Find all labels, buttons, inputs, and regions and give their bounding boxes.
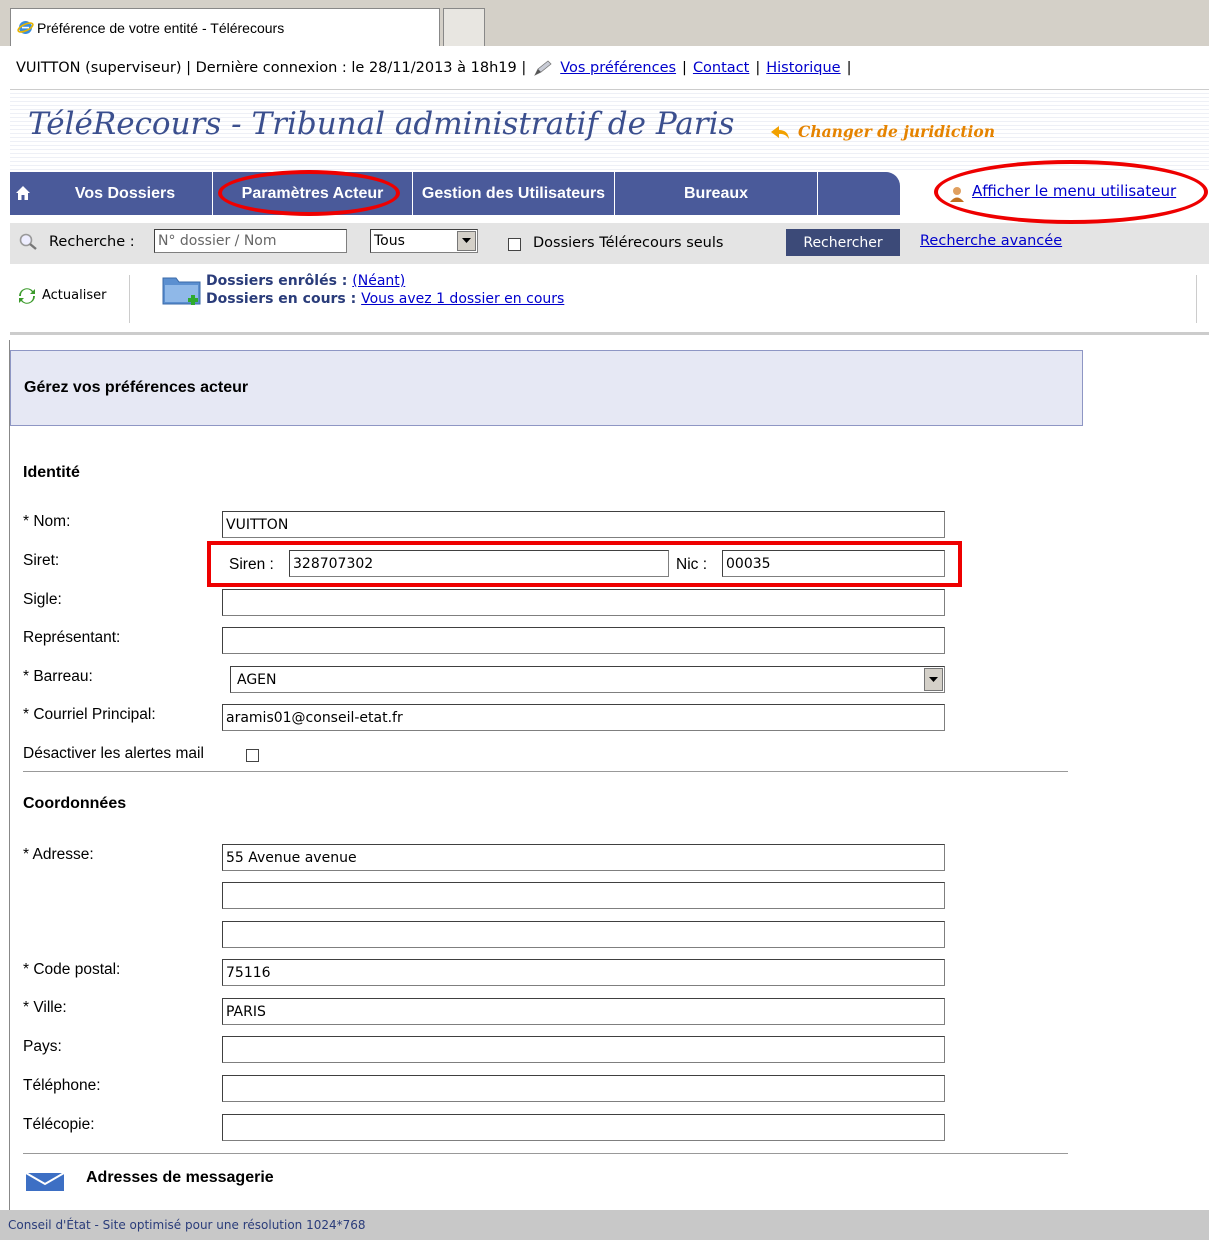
adresse-label: * Adresse: xyxy=(23,846,94,863)
messagerie-title: Adresses de messagerie xyxy=(86,1169,274,1186)
sigle-label: Sigle: xyxy=(23,591,62,608)
user-info: VUITTON (superviseur) | Dernière connexi… xyxy=(16,59,527,76)
ville-label: * Ville: xyxy=(23,999,67,1016)
annotation-ellipse xyxy=(218,170,400,216)
enrolled-label: Dossiers enrôlés : xyxy=(206,273,348,289)
barreau-label: * Barreau: xyxy=(23,668,93,685)
enrolled-link[interactable]: (Néant) xyxy=(352,273,405,289)
adresse-field-2[interactable] xyxy=(222,882,945,909)
change-jurisdiction-link[interactable]: Changer de juridiction xyxy=(798,122,995,141)
enrolled-row: Dossiers enrôlés : (Néant) xyxy=(206,273,405,289)
pencil-icon xyxy=(532,59,554,77)
separator: | xyxy=(846,59,852,76)
refresh-button[interactable]: Actualiser xyxy=(42,288,106,303)
content-border xyxy=(9,340,10,1220)
barreau-select[interactable]: AGEN xyxy=(230,666,945,693)
search-label: Recherche : xyxy=(49,234,135,250)
telerecours-only-checkbox[interactable] xyxy=(508,238,521,251)
representant-field[interactable] xyxy=(222,627,945,654)
contact-link[interactable]: Contact xyxy=(693,60,749,76)
search-button[interactable]: Rechercher xyxy=(786,229,900,256)
annotation-box xyxy=(207,541,962,587)
coordonnees-title: Coordonnées xyxy=(23,795,127,812)
telecopie-label: Télécopie: xyxy=(23,1116,95,1133)
pays-field[interactable] xyxy=(222,1036,945,1063)
new-tab-button[interactable] xyxy=(443,8,485,46)
adresse-field-1[interactable]: 55 Avenue avenue xyxy=(222,844,945,871)
current-row: Dossiers en cours : Vous avez 1 dossier … xyxy=(206,291,564,307)
search-icon xyxy=(18,232,42,252)
annotation-ellipse xyxy=(934,160,1208,224)
home-icon[interactable] xyxy=(14,184,32,202)
siret-label: Siret: xyxy=(23,552,60,569)
nom-label: * Nom: xyxy=(23,513,71,530)
chevron-down-icon[interactable] xyxy=(457,231,476,251)
browser-tab-title: Préférence de votre entité - Télérecours xyxy=(37,19,285,36)
search-input[interactable]: N° dossier / Nom xyxy=(154,229,347,253)
alerts-checkbox[interactable] xyxy=(246,749,259,762)
code-postal-field[interactable]: 75116 xyxy=(222,959,945,986)
email-field[interactable]: aramis01@conseil-etat.fr xyxy=(222,704,945,731)
folder-add-icon xyxy=(162,272,204,312)
alerts-label: Désactiver les alertes mail xyxy=(23,745,204,762)
ville-field[interactable]: PARIS xyxy=(222,998,945,1025)
footer-text: Conseil d'État - Site optimisé pour une … xyxy=(8,1218,366,1232)
nav-bureaux[interactable]: Bureaux xyxy=(615,172,818,215)
current-link[interactable]: Vous avez 1 dossier en cours xyxy=(361,291,564,307)
chevron-down-icon[interactable] xyxy=(924,668,943,691)
envelope-icon xyxy=(25,1170,65,1192)
back-arrow-icon xyxy=(770,125,792,141)
divider xyxy=(23,1153,1068,1154)
history-link[interactable]: Historique xyxy=(766,60,840,76)
telerecours-only-label: Dossiers Télérecours seuls xyxy=(533,235,724,251)
divider xyxy=(129,275,130,323)
nav-gestion-utilisateurs[interactable]: Gestion des Utilisateurs xyxy=(413,172,615,215)
advanced-search-link[interactable]: Recherche avancée xyxy=(920,233,1062,249)
divider xyxy=(1196,275,1197,323)
page-heading: Gérez vos préférences acteur xyxy=(10,350,1083,426)
footer: Conseil d'État - Site optimisé pour une … xyxy=(0,1210,1209,1240)
sigle-field[interactable] xyxy=(222,589,945,616)
ie-icon xyxy=(17,19,34,36)
user-info-bar: VUITTON (superviseur) | Dernière connexi… xyxy=(10,46,1209,90)
email-label: * Courriel Principal: xyxy=(23,706,156,723)
identite-title: Identité xyxy=(23,464,80,481)
separator: | xyxy=(755,59,761,76)
representant-label: Représentant: xyxy=(23,629,121,646)
pays-label: Pays: xyxy=(23,1038,62,1055)
telephone-label: Téléphone: xyxy=(23,1077,101,1094)
page-title: TéléRecours - Tribunal administratif de … xyxy=(28,106,735,142)
current-label: Dossiers en cours : xyxy=(206,291,357,307)
preferences-link[interactable]: Vos préférences xyxy=(560,60,676,76)
separator: | xyxy=(682,59,687,76)
refresh-icon[interactable] xyxy=(18,288,36,304)
telephone-field[interactable] xyxy=(222,1075,945,1102)
telecopie-field[interactable] xyxy=(222,1114,945,1141)
nom-field[interactable]: VUITTON xyxy=(222,511,945,538)
adresse-field-3[interactable] xyxy=(222,921,945,948)
nav-vos-dossiers[interactable]: Vos Dossiers xyxy=(38,172,213,215)
code-postal-label: * Code postal: xyxy=(23,961,121,978)
barreau-select-value: AGEN xyxy=(237,671,277,688)
divider xyxy=(23,771,1068,772)
browser-tab[interactable]: Préférence de votre entité - Télérecours xyxy=(10,8,440,46)
type-select-value: Tous xyxy=(374,233,405,249)
